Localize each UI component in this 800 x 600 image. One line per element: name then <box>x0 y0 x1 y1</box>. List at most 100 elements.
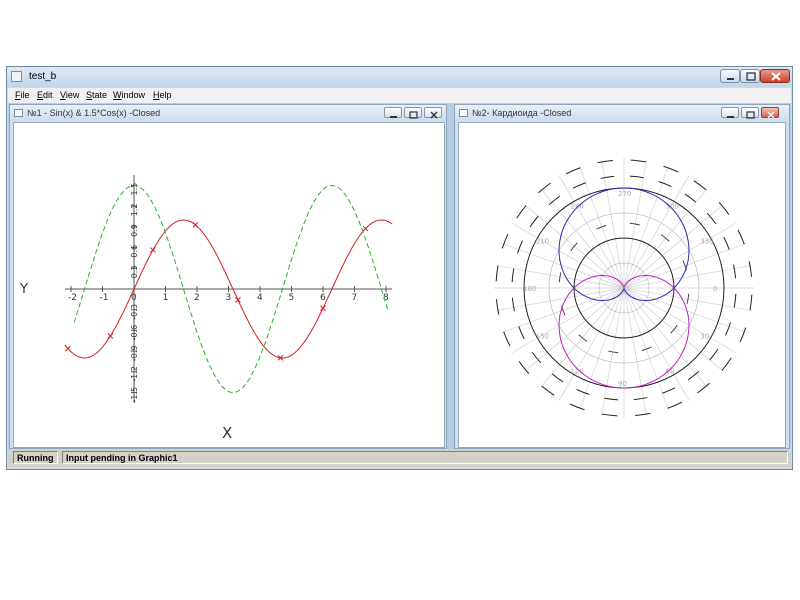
graphic1-canvas[interactable]: -2 -1 0 1 2 3 4 5 6 7 8 1.5 1.2 0.9 0.6 0.3 -0.3 -0.6 -0.… <box>13 122 445 448</box>
polar-tick-arc <box>663 165 679 173</box>
y-tick-label: 0.9 <box>130 224 139 237</box>
graphic2-restore-button[interactable] <box>741 107 759 119</box>
menu-help[interactable]: Help <box>153 90 172 100</box>
graphic2-window: №2- Кардиоида -Closed 270 300 330 0 30 60 90 12… <box>454 104 790 449</box>
sin-marker <box>235 297 241 303</box>
polar-tick-arc <box>686 293 690 304</box>
graphic1-caption: №1 - Sin(x) & 1.5*Cos(x) -Closed <box>27 108 161 118</box>
x-tick-label: 7 <box>352 293 358 303</box>
y-tick-label: -0.6 <box>130 325 139 341</box>
sin-marker <box>64 345 71 352</box>
graphic2-icon <box>459 109 468 117</box>
graphic1-minimize-button[interactable] <box>384 107 402 118</box>
polar-tick-arc <box>597 159 613 164</box>
y-axis-label: Y <box>19 282 28 297</box>
minimize-button[interactable] <box>720 69 740 83</box>
polar-tick-arc <box>630 159 647 163</box>
polar-angle-label: 180 <box>523 285 536 293</box>
polar-tick-arc <box>541 385 555 396</box>
x-tick-label: 1 <box>163 293 169 303</box>
polar-tick-arc <box>511 297 515 312</box>
graphic2-titlebar[interactable]: №2- Кардиоида -Closed <box>455 105 789 121</box>
polar-tick-arc <box>739 327 747 343</box>
polar-tick-arc <box>511 268 515 283</box>
polar-tick-arc <box>733 264 737 279</box>
polar-tick-arc <box>633 397 648 401</box>
polar-tick-arc <box>608 350 619 354</box>
polar-tick-arc <box>737 229 745 245</box>
polar-tick-arc <box>748 261 753 277</box>
polar-angle-label: 150 <box>536 333 549 341</box>
x-tick-label: -2 <box>68 293 77 303</box>
x-tick-label: -1 <box>100 293 109 303</box>
polar-tick-arc <box>495 299 500 315</box>
graphic2-minimize-button[interactable] <box>721 107 739 118</box>
polar-tick-arc <box>495 265 499 282</box>
polar-tick-arc <box>662 387 676 394</box>
status-message: Input pending in Graphic1 <box>62 451 788 464</box>
sin-marker <box>150 247 156 253</box>
polar-tick-arc <box>503 331 511 347</box>
graphic1-close-button[interactable] <box>424 107 442 119</box>
y-tick-label: -0.3 <box>130 304 139 320</box>
polar-tick-arc <box>604 397 619 401</box>
polar-angle-label: 270 <box>618 190 631 198</box>
x-tick-label: 2 <box>194 293 200 303</box>
x-tick-label: 6 <box>320 293 326 303</box>
polar-tick-arc <box>629 222 640 226</box>
app-icon <box>11 71 22 82</box>
polar-tick-arc <box>572 182 586 189</box>
polar-tick-arc <box>517 240 523 254</box>
menu-edit[interactable]: Edit <box>37 90 53 100</box>
polar-tick-arc <box>725 322 731 336</box>
polar-tick-arc <box>635 412 651 417</box>
menu-view[interactable]: View <box>60 90 79 100</box>
polar-tick-arc <box>749 294 753 311</box>
menu-window[interactable]: Window <box>113 90 145 100</box>
polar-tick-arc <box>516 205 527 219</box>
graphic1-restore-button[interactable] <box>404 107 422 119</box>
x-tick-label: 3 <box>226 293 232 303</box>
y-tick-label: 1.2 <box>130 203 139 216</box>
polar-tick-arc <box>538 182 551 194</box>
polar-tick-arc <box>733 293 737 308</box>
graphic1-titlebar[interactable]: №1 - Sin(x) & 1.5*Cos(x) -Closed <box>10 105 446 121</box>
y-tick-label: -0.9 <box>130 345 139 361</box>
menu-state[interactable]: State <box>86 90 107 100</box>
polar-angle-label: 210 <box>536 238 549 246</box>
x-tick-label: 4 <box>257 293 263 303</box>
window-title: test_b <box>29 71 57 82</box>
polar-angle-label: 0 <box>713 285 717 293</box>
polar-tick-arc <box>529 215 539 228</box>
polar-tick-arc <box>709 348 719 361</box>
sin-marker <box>192 222 199 228</box>
close-icon <box>430 111 438 119</box>
polar-tick-arc <box>697 382 710 394</box>
sin-marker <box>362 225 369 232</box>
close-button[interactable] <box>760 69 790 83</box>
polar-tick-arc <box>551 373 564 383</box>
sin-cos-chart: -2 -1 0 1 2 3 4 5 6 7 8 1.51.20.90.60.3-0.3-0.6-0.… <box>19 175 393 442</box>
restore-icon <box>409 111 418 119</box>
minimize-icon <box>727 78 734 80</box>
status-bar: Running Input pending in Graphic1 <box>8 449 791 467</box>
cardioid-chart: 2703003300306090120150180210240 <box>494 158 754 418</box>
polar-tick-arc <box>667 401 683 409</box>
window-titlebar[interactable]: test_b <box>7 67 792 87</box>
graphic2-close-button[interactable] <box>761 107 779 119</box>
y-tick-label: 0.3 <box>130 266 139 279</box>
polar-tick-arc <box>565 167 581 175</box>
polar-tick-arc <box>693 180 707 191</box>
maximize-button[interactable] <box>740 69 760 83</box>
close-icon <box>767 111 775 119</box>
menu-file[interactable]: File <box>15 90 30 100</box>
app-window: test_b File Edit View State Window Help … <box>6 66 793 470</box>
polar-tick-arc <box>629 175 644 179</box>
polar-tick-arc <box>601 413 618 417</box>
graphic1-icon <box>14 109 23 117</box>
mdi-area: №1 - Sin(x) & 1.5*Cos(x) -Closed -2 -1 0 1 2… <box>8 103 791 449</box>
graphic2-canvas[interactable]: 270 300 330 0 30 60 90 120 150 180 210 240 <box>458 122 786 448</box>
polar-tick-arc <box>558 272 562 283</box>
polar-tick-arc <box>684 193 697 203</box>
polar-tick-arc <box>658 181 672 187</box>
